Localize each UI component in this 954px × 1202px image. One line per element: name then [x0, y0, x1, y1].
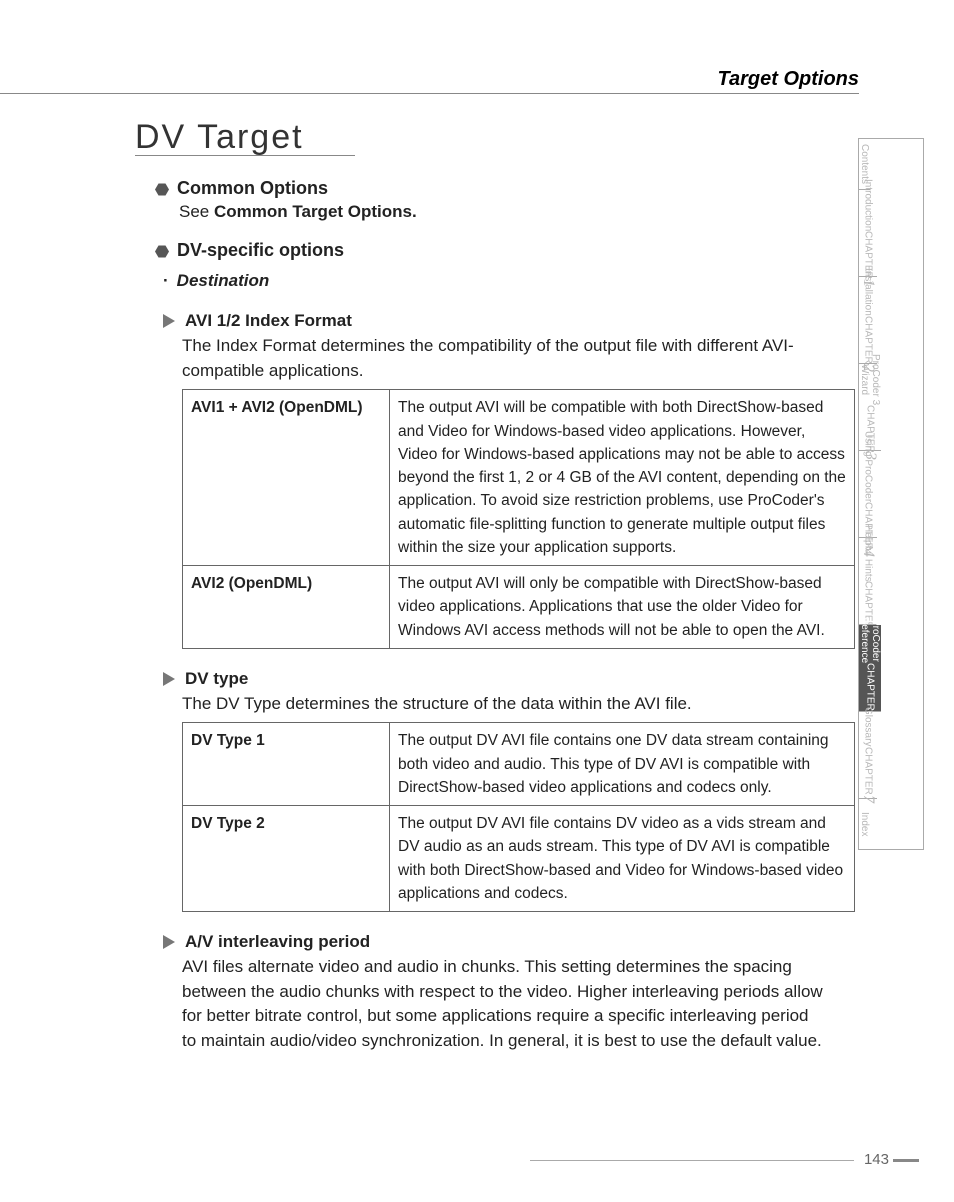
nav-chapter-1[interactable]: Introduction CHAPTER 1: [859, 190, 877, 277]
nav-label: Index: [859, 799, 870, 849]
table-value: The output AVI will only be compatible w…: [390, 566, 855, 649]
content-area: DV Target Common Options See Common Targ…: [135, 118, 855, 1054]
common-options-link: Common Target Options.: [214, 202, 417, 221]
nav-label: ProCoder 3 Wizard: [859, 354, 881, 405]
arrow-icon: [163, 935, 175, 949]
arrow-icon: [163, 672, 175, 686]
avi-index-body: The Index Format determines the compatib…: [182, 334, 825, 383]
table-key: AVI1 + AVI2 (OpenDML): [183, 390, 390, 566]
nav-chapter-6[interactable]: ProCoder Reference CHAPTER 6: [859, 625, 881, 712]
table-row: DV Type 2 The output DV AVI file contain…: [183, 806, 855, 912]
heading-dv-specific-label: DV-specific options: [177, 240, 344, 261]
nav-label: Helpful Hints: [863, 525, 874, 582]
common-options-text: See Common Target Options.: [179, 202, 855, 222]
table-row: DV Type 1 The output DV AVI file contain…: [183, 723, 855, 806]
hex-bullet-icon: [155, 245, 169, 259]
nav-chapter-label: CHAPTER 7: [859, 747, 877, 803]
heading-dv-type-label: DV type: [185, 669, 248, 689]
heading-av-interleave-label: A/V interleaving period: [185, 932, 370, 952]
nav-label: Glossary: [863, 707, 874, 746]
table-key: AVI2 (OpenDML): [183, 566, 390, 649]
table-value: The output AVI will be compatible with b…: [390, 390, 855, 566]
nav-chapter-7[interactable]: Glossary CHAPTER 7: [859, 712, 877, 799]
av-interleave-body: AVI files alternate video and audio in c…: [182, 955, 825, 1054]
page-header-title: Target Options: [0, 68, 859, 94]
arrow-icon: [163, 314, 175, 328]
heading-av-interleave: A/V interleaving period: [163, 932, 855, 952]
hex-bullet-icon: [155, 183, 169, 197]
nav-label: Introduction: [863, 179, 874, 231]
table-value: The output DV AVI file contains DV video…: [390, 806, 855, 912]
common-options-see: See: [179, 202, 214, 221]
avi-index-table: AVI1 + AVI2 (OpenDML) The output AVI wil…: [182, 389, 855, 649]
nav-chapter-2[interactable]: Installation CHAPTER 2: [859, 277, 877, 364]
chapter-nav: Contents Introduction CHAPTER 1 Installa…: [858, 138, 924, 850]
heading-common-options-label: Common Options: [177, 178, 328, 199]
destination-label: Destination: [177, 271, 270, 290]
nav-label: ProCoder Reference: [859, 617, 881, 663]
table-key: DV Type 2: [183, 806, 390, 912]
page-number: 143: [864, 1151, 889, 1168]
table-key: DV Type 1: [183, 723, 390, 806]
heading-avi-index: AVI 1/2 Index Format: [163, 311, 855, 331]
nav-chapter-5[interactable]: Helpful Hints CHAPTER 5: [859, 538, 877, 625]
table-value: The output DV AVI file contains one DV d…: [390, 723, 855, 806]
heading-common-options: Common Options: [155, 178, 855, 199]
table-row: AVI1 + AVI2 (OpenDML) The output AVI wil…: [183, 390, 855, 566]
nav-index[interactable]: Index: [859, 799, 870, 849]
heading-avi-index-label: AVI 1/2 Index Format: [185, 311, 352, 331]
dv-type-table: DV Type 1 The output DV AVI file contain…: [182, 722, 855, 912]
dv-type-body: The DV Type determines the structure of …: [182, 692, 825, 717]
destination-line: · Destination: [163, 271, 855, 291]
nav-label: Using ProCoder: [863, 431, 874, 502]
table-row: AVI2 (OpenDML) The output AVI will only …: [183, 566, 855, 649]
page-number-dash: [893, 1159, 919, 1162]
heading-dv-type: DV type: [163, 669, 855, 689]
nav-label: Installation: [863, 268, 874, 316]
dot-bullet-icon: ·: [163, 271, 169, 290]
page-number-rule: [530, 1160, 854, 1161]
section-title: DV Target: [135, 118, 855, 157]
heading-dv-specific: DV-specific options: [155, 240, 855, 261]
